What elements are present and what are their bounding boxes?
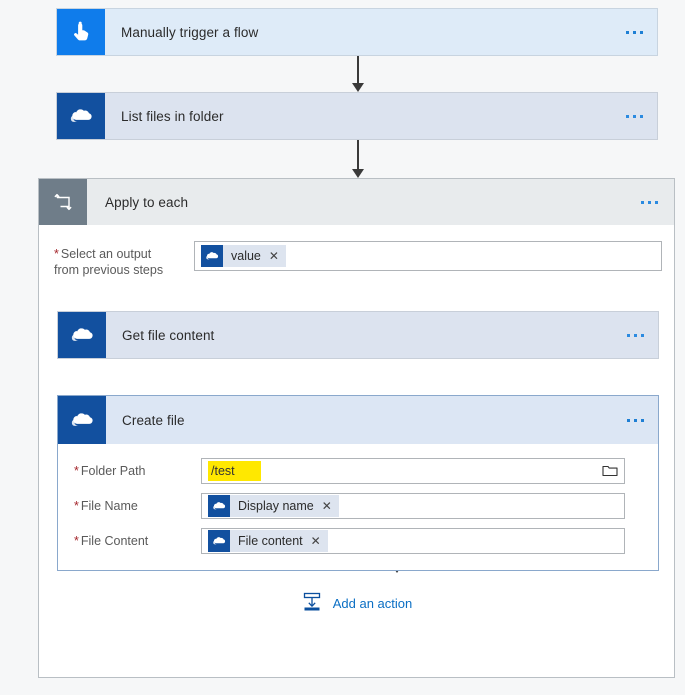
connector-arrow-list-to-loop	[352, 140, 364, 178]
token-display-name[interactable]: Display name ✕	[208, 495, 339, 517]
select-output-label-line1: Select an output	[60, 247, 152, 261]
trigger-title: Manually trigger a flow	[121, 24, 259, 40]
token-value-label: value	[231, 249, 261, 263]
create-file-card-body: Create file	[106, 396, 658, 444]
folder-path-label-text: Folder Path	[80, 464, 146, 478]
apply-to-each-header-body: Apply to each	[87, 179, 674, 225]
list-files-title: List files in folder	[121, 108, 224, 124]
insert-action-icon	[301, 591, 323, 616]
apply-to-each-more-options-button[interactable]	[641, 200, 658, 204]
field-row-file-name: * File Name Display name ✕	[58, 493, 658, 519]
folder-path-input[interactable]: /test	[201, 458, 625, 484]
apply-to-each-header[interactable]: Apply to each	[39, 179, 674, 225]
onedrive-cloud-icon	[208, 495, 230, 517]
action-card-create-file[interactable]: Create file * Folder Path /test * File N…	[57, 395, 659, 571]
create-file-fields: * Folder Path /test * File Name Display …	[58, 444, 658, 570]
file-name-label: * File Name	[58, 499, 201, 513]
field-row-file-content: * File Content File content ✕	[58, 528, 658, 554]
field-row-folder-path: * Folder Path /test	[58, 458, 658, 484]
token-remove-icon[interactable]: ✕	[269, 250, 279, 262]
onedrive-cloud-icon	[208, 530, 230, 552]
onedrive-cloud-icon	[57, 93, 105, 139]
file-name-input[interactable]: Display name ✕	[201, 493, 625, 519]
onedrive-cloud-icon	[58, 312, 106, 358]
select-output-row: * Select an output from previous steps va…	[54, 241, 662, 278]
trigger-card-body: Manually trigger a flow	[105, 9, 657, 55]
folder-picker-icon[interactable]	[602, 464, 618, 478]
folder-path-value: /test	[208, 461, 261, 481]
create-file-more-options-button[interactable]	[627, 418, 644, 422]
file-name-label-text: File Name	[80, 499, 138, 513]
file-content-label: * File Content	[58, 534, 201, 548]
trigger-more-options-button[interactable]	[626, 30, 643, 34]
select-output-label-line2: from previous steps	[54, 263, 164, 277]
folder-path-label: * Folder Path	[58, 464, 201, 478]
foreach-loop-icon	[39, 179, 87, 225]
get-file-content-more-options-button[interactable]	[627, 333, 644, 337]
list-files-more-options-button[interactable]	[626, 114, 643, 118]
add-an-action-label: Add an action	[332, 596, 413, 611]
onedrive-cloud-icon	[58, 396, 106, 444]
onedrive-cloud-icon	[201, 245, 223, 267]
folder-path-required-marker: *	[74, 464, 79, 478]
apply-to-each-title: Apply to each	[105, 194, 189, 210]
connector-arrow-trigger-to-list	[352, 56, 364, 92]
file-name-required-marker: *	[74, 499, 79, 513]
add-an-action-button[interactable]: Add an action	[39, 591, 674, 616]
create-file-header[interactable]: Create file	[58, 396, 658, 444]
token-value[interactable]: value ✕	[201, 245, 286, 267]
token-remove-icon[interactable]: ✕	[311, 535, 321, 547]
get-file-content-card-body: Get file content	[106, 312, 658, 358]
file-content-required-marker: *	[74, 534, 79, 548]
create-file-title: Create file	[122, 412, 185, 428]
select-output-input[interactable]: value ✕	[194, 241, 662, 271]
trigger-card-manually-trigger-a-flow[interactable]: Manually trigger a flow	[56, 8, 658, 56]
file-content-input[interactable]: File content ✕	[201, 528, 625, 554]
action-card-list-files-in-folder[interactable]: List files in folder	[56, 92, 658, 140]
list-files-card-body: List files in folder	[105, 93, 657, 139]
apply-to-each-container[interactable]: Apply to each * Select an output from pre…	[38, 178, 675, 678]
token-file-content[interactable]: File content ✕	[208, 530, 328, 552]
token-display-name-label: Display name	[238, 499, 314, 513]
file-content-label-text: File Content	[80, 534, 149, 548]
get-file-content-title: Get file content	[122, 327, 215, 343]
token-file-content-label: File content	[238, 534, 303, 548]
select-output-required-marker: *	[54, 247, 59, 261]
select-output-label: * Select an output from previous steps	[54, 241, 194, 278]
action-card-get-file-content[interactable]: Get file content	[57, 311, 659, 359]
tap-hand-icon	[57, 9, 105, 55]
token-remove-icon[interactable]: ✕	[322, 500, 332, 512]
